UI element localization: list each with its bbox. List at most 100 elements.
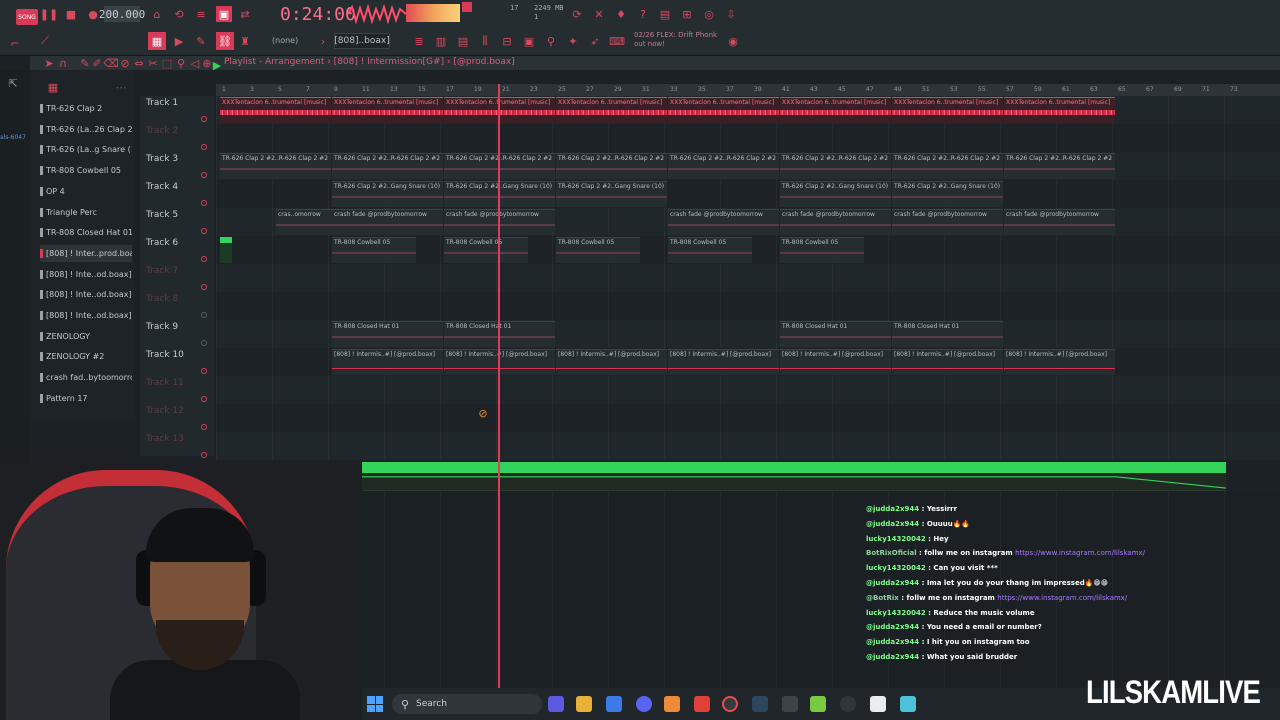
- countdown-icon[interactable]: ⇄: [238, 7, 252, 21]
- track-name[interactable]: Track 11: [146, 378, 184, 388]
- automation-clip-header[interactable]: Master - Volume: [220, 462, 1226, 473]
- track-name[interactable]: Track 12: [146, 406, 184, 416]
- discord-icon[interactable]: [636, 696, 652, 712]
- chat-icon[interactable]: ◎: [702, 7, 716, 21]
- track-mute-indicator[interactable]: [201, 312, 207, 318]
- playlist-clip[interactable]: TR-626 Clap 2 #2..R-626 Clap 2 #2: [780, 153, 891, 179]
- track-mute-indicator[interactable]: [201, 284, 207, 290]
- playlist-clip[interactable]: TR-626 Clap 2 #2..Gang Snare (10): [780, 181, 891, 207]
- steam-icon[interactable]: [752, 696, 768, 712]
- chat-link[interactable]: https://www.instagram.com/lilskamx/: [1015, 549, 1145, 557]
- tempo-display[interactable]: 200.000: [99, 6, 145, 22]
- arrangement-grid[interactable]: [216, 96, 1280, 460]
- pause-icon[interactable]: ❚❚: [40, 7, 58, 21]
- cable-icon[interactable]: ➶: [588, 34, 602, 48]
- playlist-clip[interactable]: TR-626 Clap 2 #2..Gang Snare (10): [556, 181, 667, 207]
- playlist-clip[interactable]: crash fade @prodbytoomorrow: [332, 209, 443, 235]
- channel-rack-icon[interactable]: ▤: [456, 34, 470, 48]
- picker-item[interactable]: TR-626 (La..26 Clap 2 #: [40, 121, 132, 138]
- playlist-clip[interactable]: TR-626 Clap 2 #2..R-626 Clap 2 #2: [556, 153, 667, 179]
- playlist-clip[interactable]: crash fade @prodbytoomorrow: [1004, 209, 1115, 235]
- chevron-right-icon[interactable]: ›: [316, 34, 330, 48]
- playlist-clip[interactable]: TR-808 Cowbell 05: [444, 237, 528, 263]
- microphone-icon[interactable]: ♦: [614, 7, 628, 21]
- stop-icon[interactable]: ■: [64, 7, 78, 21]
- paint-icon[interactable]: ✐: [90, 56, 104, 70]
- channel-selector[interactable]: (none): [272, 36, 298, 45]
- folder-icon[interactable]: ⇱: [6, 76, 20, 90]
- plugin-db-icon[interactable]: ▣: [522, 34, 536, 48]
- playlist-clip[interactable]: [808] ! Intermis..#] [@prod.boax]: [780, 349, 891, 375]
- chrome-icon[interactable]: [722, 696, 738, 712]
- playlist-clip[interactable]: TR-626 Clap 2 #2..Gang Snare (10): [892, 181, 1003, 207]
- playlist-clip[interactable]: crash fade @prodbytoomorrow: [892, 209, 1003, 235]
- playlist-clip[interactable]: TR-808 Closed Hat 01: [892, 321, 1003, 347]
- picker-item[interactable]: crash fad..bytoomorrow: [40, 369, 132, 386]
- track-name[interactable]: Track 10: [146, 350, 184, 360]
- playlist-clip[interactable]: TR-808 Cowbell 05: [556, 237, 640, 263]
- copilot-icon[interactable]: [548, 696, 564, 712]
- magnet-icon[interactable]: ∩: [56, 56, 70, 70]
- track-name[interactable]: Track 4: [146, 182, 178, 192]
- picker-item[interactable]: [808] ! Inter..prod.boax: [40, 244, 132, 262]
- stamp-icon[interactable]: ♜: [238, 34, 252, 48]
- track-mute-indicator[interactable]: [201, 200, 207, 206]
- picker-item[interactable]: TR-808 Closed Hat 01: [40, 224, 132, 241]
- playlist-clip[interactable]: XXXTentacion 6..trumental [music]: [1004, 97, 1115, 123]
- playlist-clip[interactable]: TR-808 Cowbell 05: [332, 237, 416, 263]
- step-icon[interactable]: ≡: [194, 7, 208, 21]
- playlist-icon[interactable]: ≣: [412, 34, 426, 48]
- mixer-view-icon[interactable]: ⫼: [478, 34, 492, 48]
- help-icon[interactable]: ?: [636, 7, 650, 21]
- picker-item[interactable]: ZENOLOGY #2: [40, 348, 132, 365]
- slice-icon[interactable]: ✂: [146, 56, 160, 70]
- picker-item[interactable]: OP 4: [40, 183, 132, 200]
- browser-icon[interactable]: ⊟: [500, 34, 514, 48]
- playlist-clip[interactable]: TR-808 Cowbell 05: [780, 237, 864, 263]
- picker-options-icon[interactable]: ⋯: [114, 80, 128, 94]
- arrow-icon[interactable]: ➤: [42, 56, 56, 70]
- playlist-clip[interactable]: TR-626 Clap 2 #2..R-626 Clap 2 #2: [220, 153, 331, 179]
- track-mute-indicator[interactable]: [201, 228, 207, 234]
- wait-icon[interactable]: ▣: [216, 6, 232, 22]
- slip-icon[interactable]: ⇔: [132, 56, 146, 70]
- track-mute-indicator[interactable]: [201, 424, 207, 430]
- playlist-clip[interactable]: TR-808 Cowbell 05: [668, 237, 752, 263]
- picker-item[interactable]: TR-808 Cowbell 05: [40, 162, 132, 179]
- save-icon[interactable]: ▤: [658, 7, 672, 21]
- playlist-clip[interactable]: TR-808 Closed Hat 01: [332, 321, 443, 347]
- automation-curve[interactable]: [216, 473, 1226, 491]
- snap-icon[interactable]: ⟋: [34, 34, 56, 48]
- track-name[interactable]: Track 2: [146, 126, 178, 136]
- track-name[interactable]: Track 3: [146, 154, 178, 164]
- picker-item[interactable]: Pattern 17: [40, 390, 132, 407]
- pattern-selector[interactable]: [808]..boax]: [334, 33, 390, 49]
- song-mode-toggle[interactable]: SONG: [16, 9, 38, 25]
- tools-icon[interactable]: ✦: [566, 34, 580, 48]
- taskbar-search[interactable]: ⚲ Search: [392, 694, 542, 714]
- picker-item[interactable]: Triangle Perc: [40, 204, 132, 221]
- select-icon[interactable]: ⬚: [160, 56, 174, 70]
- playlist-clip[interactable]: TR-626 Clap 2 #2..R-626 Clap 2 #2: [1004, 153, 1115, 179]
- playlist-clip[interactable]: [808] ! Intermis..#] [@prod.boax]: [668, 349, 779, 375]
- track-name[interactable]: Track 13: [146, 434, 184, 444]
- keyboard-icon[interactable]: ⌨: [609, 34, 625, 48]
- mixer-icon[interactable]: ✕: [592, 7, 606, 21]
- record-audio-icon[interactable]: ◉: [726, 34, 740, 48]
- playlist-clip[interactable]: TR-626 Clap 2 #2..R-626 Clap 2 #2: [332, 153, 443, 179]
- picker-item[interactable]: TR-626 (La..g Snare (10: [40, 141, 132, 158]
- obs-icon[interactable]: [840, 696, 856, 712]
- track-mute-indicator[interactable]: [201, 452, 207, 458]
- track-mute-indicator[interactable]: [201, 144, 207, 150]
- mute-icon[interactable]: ⊘: [118, 56, 132, 70]
- piano-roll-icon[interactable]: ▥: [434, 34, 448, 48]
- playlist-clip[interactable]: XXXTentacion 6..trumental [music]: [668, 97, 779, 123]
- picker-item[interactable]: TR-626 Clap 2: [40, 100, 132, 117]
- brush-icon[interactable]: ⚲: [544, 34, 558, 48]
- track-mute-indicator[interactable]: [201, 340, 207, 346]
- playlist-clip[interactable]: [808] ! Intermis..#] [@prod.boax]: [332, 349, 443, 375]
- track-mute-indicator[interactable]: [201, 368, 207, 374]
- loop-icon[interactable]: ⟲: [172, 7, 186, 21]
- picker-item[interactable]: [808] ! Inte..od.boax] #3: [40, 266, 132, 283]
- track-name[interactable]: Track 7: [146, 266, 178, 276]
